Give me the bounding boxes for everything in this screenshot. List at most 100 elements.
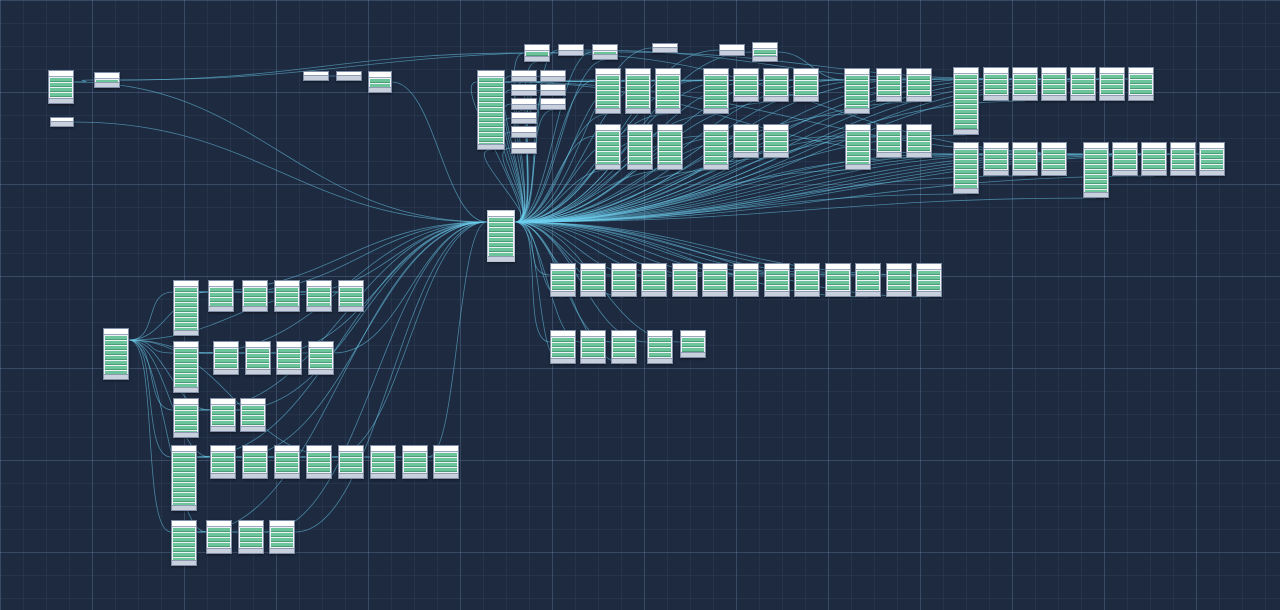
graph-node[interactable] [916,263,942,297]
graph-node[interactable] [845,124,871,170]
graph-node[interactable] [306,445,332,479]
graph-node[interactable] [1199,142,1225,176]
graph-node[interactable] [1070,67,1096,101]
graph-node[interactable] [103,328,129,380]
graph-node[interactable] [245,341,271,375]
graph-node[interactable] [94,72,120,88]
hub-node[interactable] [487,210,515,262]
graph-node[interactable] [764,263,790,297]
graph-node[interactable] [511,84,537,96]
graph-node[interactable] [48,70,74,104]
graph-node[interactable] [595,124,621,170]
graph-node[interactable] [558,44,584,56]
graph-node[interactable] [752,42,778,62]
graph-node[interactable] [511,112,537,124]
graph-node[interactable] [338,445,364,479]
graph-node[interactable] [794,263,820,297]
diagram-canvas[interactable] [0,0,1280,610]
graph-node[interactable] [540,84,566,96]
graph-node[interactable] [208,280,234,312]
graph-node[interactable] [171,445,197,511]
graph-node[interactable] [672,263,698,297]
graph-node[interactable] [242,445,268,479]
graph-node[interactable] [206,520,232,554]
graph-node[interactable] [906,124,932,158]
graph-node[interactable] [886,263,912,297]
graph-node[interactable] [303,71,329,81]
graph-node[interactable] [50,117,74,127]
graph-node[interactable] [1012,67,1038,101]
graph-node[interactable] [763,68,789,102]
graph-node[interactable] [240,398,266,432]
graph-node[interactable] [733,124,759,158]
graph-node[interactable] [1170,142,1196,176]
graph-node[interactable] [1099,67,1125,101]
graph-node[interactable] [540,70,566,82]
graph-node[interactable] [703,68,729,114]
graph-node[interactable] [855,263,881,297]
graph-node[interactable] [657,124,683,170]
graph-node[interactable] [627,124,653,170]
graph-node[interactable] [1041,67,1067,101]
graph-node[interactable] [1041,142,1067,176]
graph-node[interactable] [595,68,621,114]
graph-node[interactable] [550,263,576,297]
graph-node[interactable] [511,70,537,82]
graph-node[interactable] [876,68,902,102]
graph-node[interactable] [338,280,364,312]
graph-node[interactable] [1083,142,1109,198]
graph-node[interactable] [242,280,268,312]
graph-node[interactable] [652,43,678,53]
graph-node[interactable] [625,68,651,114]
graph-node[interactable] [876,124,902,158]
graph-node[interactable] [524,44,550,62]
graph-node[interactable] [238,520,264,554]
graph-node[interactable] [655,68,681,114]
graph-node[interactable] [983,67,1009,101]
graph-node[interactable] [592,44,618,60]
graph-node[interactable] [368,71,392,93]
graph-node[interactable] [719,44,745,56]
graph-node[interactable] [274,445,300,479]
graph-node[interactable] [844,68,870,114]
graph-node[interactable] [983,142,1009,176]
graph-node[interactable] [580,263,606,297]
graph-node[interactable] [433,445,459,479]
graph-node[interactable] [477,70,505,150]
graph-node[interactable] [336,71,362,81]
graph-node[interactable] [702,263,728,297]
graph-node[interactable] [1012,142,1038,176]
graph-node[interactable] [647,330,673,364]
graph-node[interactable] [173,398,199,438]
graph-node[interactable] [793,68,819,102]
graph-node[interactable] [703,124,729,170]
graph-node[interactable] [171,520,197,566]
graph-node[interactable] [269,520,295,554]
graph-node[interactable] [173,280,199,336]
graph-node[interactable] [733,263,759,297]
graph-node[interactable] [511,98,537,110]
graph-node[interactable] [402,445,428,479]
graph-node[interactable] [733,68,759,102]
graph-node[interactable] [210,445,236,479]
graph-node[interactable] [1141,142,1167,176]
graph-node[interactable] [953,67,979,135]
graph-node[interactable] [906,68,932,102]
graph-node[interactable] [213,341,239,375]
graph-node[interactable] [611,263,637,297]
graph-node[interactable] [611,330,637,364]
graph-node[interactable] [1112,142,1138,176]
graph-node[interactable] [370,445,396,479]
graph-node[interactable] [511,126,537,138]
graph-node[interactable] [641,263,667,297]
graph-node[interactable] [306,280,332,312]
graph-node[interactable] [173,341,199,393]
graph-node[interactable] [825,263,851,297]
graph-node[interactable] [540,98,566,110]
graph-node[interactable] [680,330,706,358]
graph-node[interactable] [763,124,789,158]
graph-node[interactable] [274,280,300,312]
graph-node[interactable] [210,398,236,432]
graph-node[interactable] [580,330,606,364]
graph-node[interactable] [308,341,334,375]
